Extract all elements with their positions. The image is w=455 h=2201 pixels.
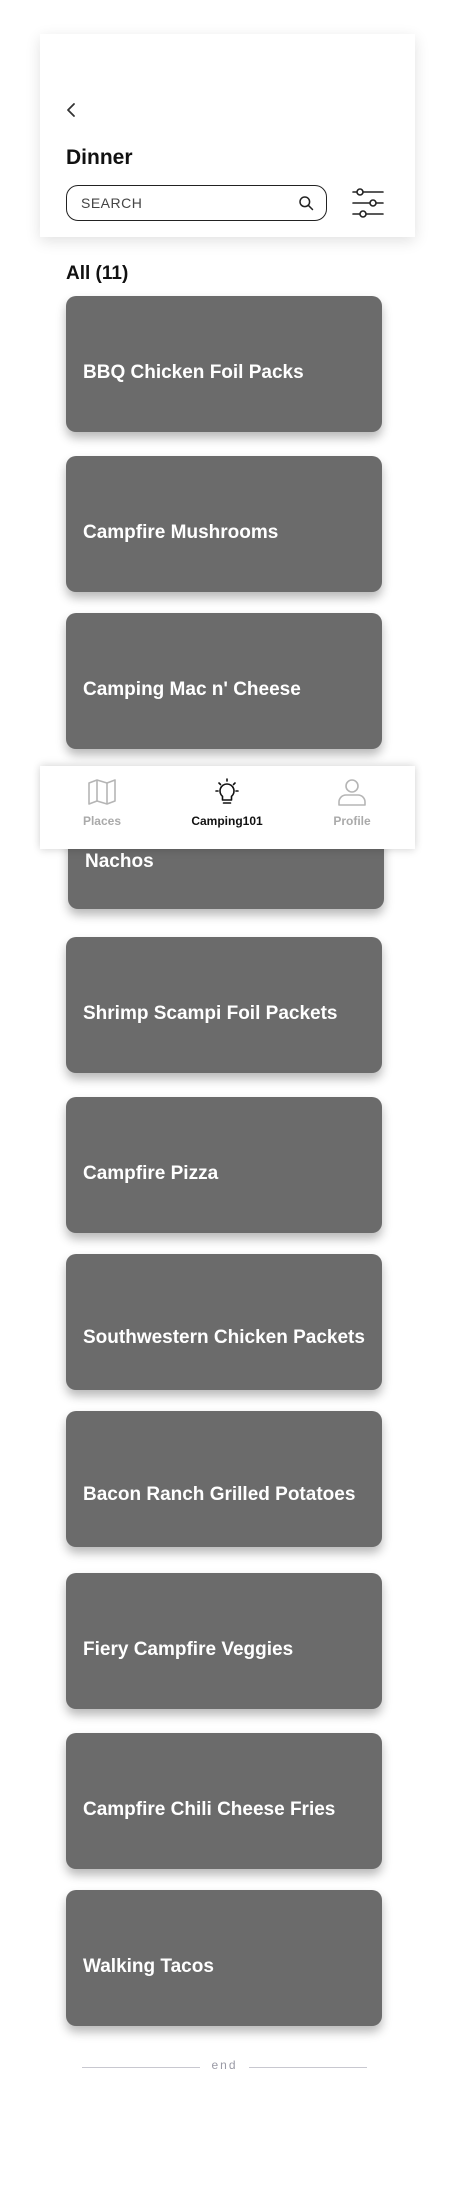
map-icon <box>88 779 116 805</box>
recipe-card[interactable]: Bacon Ranch Grilled Potatoes <box>66 1411 382 1547</box>
divider-line-right <box>249 2067 367 2068</box>
recipe-card-label: Southwestern Chicken Packets <box>83 1326 365 1348</box>
recipe-card[interactable]: Walking Tacos <box>66 1890 382 2026</box>
nav-label-camping101: Camping101 <box>191 814 263 828</box>
search-icon[interactable] <box>298 195 314 211</box>
section-title: All (11) <box>66 263 129 284</box>
recipe-card[interactable]: Campfire Chili Cheese Fries <box>66 1733 382 1869</box>
recipe-card-label: Campfire Mushrooms <box>83 521 279 543</box>
search-bar[interactable] <box>66 185 327 221</box>
recipe-card[interactable]: BBQ Chicken Foil Packs <box>66 296 382 432</box>
nav-label-places: Places <box>82 814 122 828</box>
recipe-card-label: Walking Tacos <box>83 1955 214 1977</box>
recipe-card-label: Bacon Ranch Grilled Potatoes <box>83 1483 356 1505</box>
recipe-card-label: Campfire Pizza <box>83 1162 219 1184</box>
lightbulb-icon <box>215 778 239 804</box>
recipe-card-label: Fiery Campfire Veggies <box>83 1638 294 1660</box>
end-divider: end <box>82 2058 367 2078</box>
sliders-icon[interactable] <box>351 186 385 220</box>
recipe-card[interactable]: Southwestern Chicken Packets <box>66 1254 382 1390</box>
recipe-card-label: BBQ Chicken Foil Packs <box>83 361 304 383</box>
chevron-left-icon[interactable] <box>60 98 84 122</box>
recipe-card[interactable]: Shrimp Scampi Foil Packets <box>66 937 382 1073</box>
bottom-nav: Places Camping101 Profile <box>40 766 415 849</box>
nav-item-camping101[interactable]: Camping101 <box>172 778 282 828</box>
nav-item-profile[interactable]: Profile <box>297 778 407 828</box>
end-label: end <box>211 2058 238 2072</box>
nav-item-places[interactable]: Places <box>47 778 157 828</box>
page-title: Dinner <box>66 146 133 169</box>
recipe-card[interactable]: Fiery Campfire Veggies <box>66 1573 382 1709</box>
nav-label-profile: Profile <box>333 814 371 828</box>
recipe-card[interactable]: Campfire Pizza <box>66 1097 382 1233</box>
search-input[interactable] <box>81 192 281 214</box>
header-card: Dinner <box>40 34 415 237</box>
recipe-card-label: Shrimp Scampi Foil Packets <box>83 1002 338 1024</box>
user-icon <box>338 779 366 806</box>
recipe-card[interactable]: Camping Mac n' Cheese <box>66 613 382 749</box>
recipe-card[interactable]: Campfire Mushrooms <box>66 456 382 592</box>
recipe-card-label: Campfire Chili Cheese Fries <box>83 1798 336 1820</box>
recipe-card-label: Camping Mac n' Cheese <box>83 678 301 700</box>
